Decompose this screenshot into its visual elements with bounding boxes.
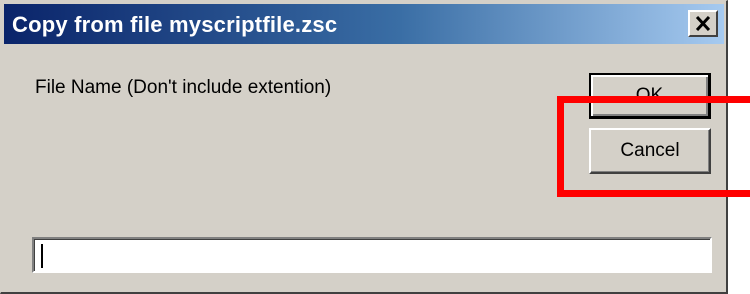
dialog-window: Copy from file myscriptfile.zsc File Nam… [0,0,728,294]
window-title: Copy from file myscriptfile.zsc [12,12,338,37]
cancel-button[interactable]: Cancel [589,128,711,174]
text-caret [41,244,43,268]
close-button[interactable] [688,10,718,37]
ok-button[interactable]: OK [589,73,711,119]
file-name-input[interactable] [32,237,712,273]
close-icon [695,13,711,35]
title-bar: Copy from file myscriptfile.zsc [4,4,724,44]
file-name-label: File Name (Don't include extention) [35,77,332,98]
